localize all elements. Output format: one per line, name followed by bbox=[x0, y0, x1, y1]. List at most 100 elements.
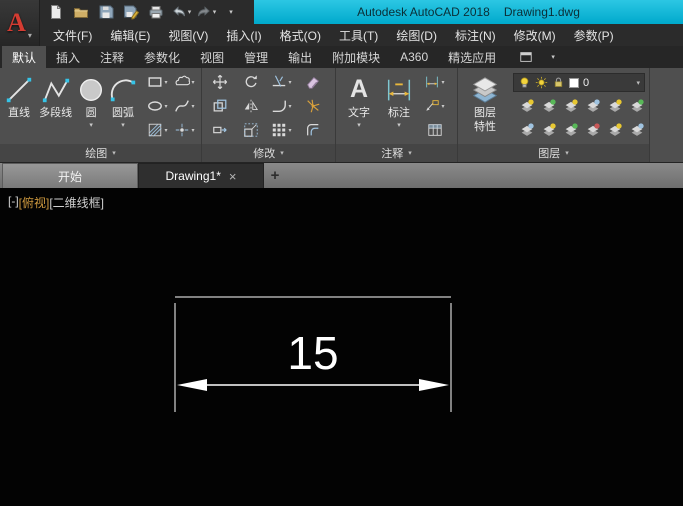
new-file-button[interactable] bbox=[44, 1, 68, 23]
menu-parametric[interactable]: 参数(P) bbox=[565, 24, 623, 46]
menu-file[interactable]: 文件(F) bbox=[44, 24, 101, 46]
circle-button[interactable]: 圆 ▾ bbox=[76, 70, 106, 144]
layer-on-bulb-icon[interactable] bbox=[518, 76, 531, 89]
layer-thaw-sun-icon[interactable] bbox=[535, 76, 548, 89]
arc-button[interactable]: 圆弧 ▾ bbox=[106, 70, 140, 144]
dimension-entity[interactable]: 15 bbox=[0, 188, 683, 506]
offset-button[interactable] bbox=[299, 118, 326, 142]
array-button[interactable]: ▾ bbox=[268, 118, 295, 142]
text-flyout-caret-icon[interactable]: ▾ bbox=[357, 121, 361, 129]
menu-view[interactable]: 视图(V) bbox=[159, 24, 217, 46]
dimension-button[interactable]: 标注 ▾ bbox=[379, 70, 419, 144]
open-file-button[interactable] bbox=[69, 1, 93, 23]
ribbon-tab-a360[interactable]: A360 bbox=[390, 46, 438, 68]
menu-insert[interactable]: 插入(I) bbox=[217, 24, 270, 46]
viewport-menu-control[interactable]: [-] bbox=[8, 194, 19, 211]
hatch-icon bbox=[147, 122, 163, 138]
explode-button[interactable] bbox=[299, 94, 326, 118]
copy-button[interactable] bbox=[206, 94, 233, 118]
undo-button[interactable]: ▾ bbox=[169, 1, 193, 23]
ribbon-tab-addins[interactable]: 附加模块 bbox=[322, 46, 390, 68]
plot-button[interactable] bbox=[144, 1, 168, 23]
linear-dimension-button[interactable]: ▾ bbox=[421, 70, 448, 94]
save-button[interactable] bbox=[94, 1, 118, 23]
menu-modify[interactable]: 修改(M) bbox=[505, 24, 565, 46]
annotation-panel-label[interactable]: 注释 ▾ bbox=[336, 144, 457, 162]
layer-selector-caret-icon[interactable]: ▾ bbox=[636, 79, 640, 87]
layer-lock-icon[interactable] bbox=[552, 76, 565, 89]
layer-lock-tool-icon bbox=[585, 122, 601, 138]
draw-panel-label[interactable]: 绘图 ▾ bbox=[0, 144, 201, 162]
mirror-button[interactable] bbox=[237, 94, 264, 118]
drawing-canvas[interactable]: [-] [俯视] [二维线框] 15 bbox=[0, 188, 683, 506]
fillet-button[interactable]: ▾ bbox=[268, 94, 295, 118]
circle-icon bbox=[76, 75, 106, 105]
close-tab-icon[interactable]: × bbox=[229, 170, 237, 183]
copy-icon bbox=[212, 98, 228, 114]
ribbon-tab-annotate[interactable]: 注释 bbox=[90, 46, 134, 68]
file-tabs-bar: 开始 Drawing1* × + bbox=[0, 162, 683, 188]
layer-merge-button[interactable] bbox=[623, 118, 650, 142]
table-button[interactable] bbox=[421, 118, 448, 142]
dimension-flyout-caret-icon[interactable]: ▾ bbox=[397, 121, 401, 129]
viewport-visual-style-control[interactable]: [二维线框] bbox=[49, 194, 104, 211]
spline-button[interactable]: ▾ bbox=[171, 94, 198, 118]
polyline-button[interactable]: 多段线 bbox=[35, 70, 76, 144]
annotation-panel-label-text: 注释 bbox=[381, 145, 403, 161]
redo-dropdown-caret-icon[interactable]: ▾ bbox=[213, 8, 217, 16]
layer-color-swatch bbox=[569, 78, 579, 88]
ellipse-button[interactable]: ▾ bbox=[144, 94, 171, 118]
ribbon-tab-output[interactable]: 输出 bbox=[278, 46, 322, 68]
layer-selector[interactable]: 0 ▾ bbox=[513, 73, 645, 92]
layer-panel-label[interactable]: 图层 ▾ bbox=[458, 144, 649, 162]
modify-panel-label[interactable]: 修改 ▾ bbox=[202, 144, 335, 162]
erase-button[interactable] bbox=[299, 70, 326, 94]
ribbon-display-toggle-button[interactable] bbox=[514, 46, 538, 68]
ribbon-tab-manage[interactable]: 管理 bbox=[234, 46, 278, 68]
ribbon-display-options-button[interactable]: ▾ bbox=[541, 46, 565, 68]
circle-flyout-caret-icon[interactable]: ▾ bbox=[89, 121, 93, 129]
arc-flyout-caret-icon[interactable]: ▾ bbox=[121, 121, 125, 129]
menu-tools[interactable]: 工具(T) bbox=[330, 24, 387, 46]
layer-on-all-button[interactable] bbox=[623, 94, 650, 118]
save-as-button[interactable] bbox=[119, 1, 143, 23]
ribbon-tab-insert[interactable]: 插入 bbox=[46, 46, 90, 68]
trim-button[interactable]: ▾ bbox=[268, 70, 295, 94]
autocad-logo: A bbox=[7, 10, 26, 36]
move-button[interactable] bbox=[206, 70, 233, 94]
qat-customize-button[interactable]: ▾ bbox=[219, 1, 243, 23]
point-button[interactable]: ▾ bbox=[171, 118, 198, 142]
ribbon-tab-featured-apps[interactable]: 精选应用 bbox=[438, 46, 506, 68]
viewport-view-control[interactable]: [俯视] bbox=[19, 194, 50, 211]
multileader-button[interactable]: ▾ bbox=[421, 94, 448, 118]
hatch-button[interactable]: ▾ bbox=[144, 118, 171, 142]
line-button[interactable]: 直线 bbox=[3, 70, 35, 144]
point-icon bbox=[174, 122, 190, 138]
titlebar: A ▾ ▾ ▾ ▾ Autodesk AutoCAD 2018 Drawing1… bbox=[0, 0, 683, 46]
qat-customize-caret-icon: ▾ bbox=[229, 8, 233, 16]
scale-button[interactable] bbox=[237, 118, 264, 142]
ribbon-tab-view[interactable]: 视图 bbox=[190, 46, 234, 68]
rectangle-button[interactable]: ▾ bbox=[144, 70, 171, 94]
menu-format[interactable]: 格式(O) bbox=[271, 24, 330, 46]
menu-bar: 文件(F) 编辑(E) 视图(V) 插入(I) 格式(O) 工具(T) 绘图(D… bbox=[40, 24, 683, 46]
layer-properties-button[interactable]: 图层 特性 bbox=[461, 70, 509, 144]
menu-dimension[interactable]: 标注(N) bbox=[446, 24, 505, 46]
undo-dropdown-caret-icon[interactable]: ▾ bbox=[188, 8, 192, 16]
application-menu-button[interactable]: A ▾ bbox=[0, 0, 40, 46]
text-button[interactable]: A 文字 ▾ bbox=[339, 70, 379, 144]
ribbon-tab-home[interactable]: 默认 bbox=[2, 46, 46, 68]
layer-panel-label-text: 图层 bbox=[538, 145, 560, 161]
ribbon-tab-parametric[interactable]: 参数化 bbox=[134, 46, 190, 68]
new-drawing-tab-button[interactable]: + bbox=[264, 163, 286, 188]
dimension-text[interactable]: 15 bbox=[287, 327, 338, 379]
redo-icon bbox=[196, 4, 212, 20]
file-tab-drawing1[interactable]: Drawing1* × bbox=[138, 163, 264, 188]
revision-cloud-button[interactable]: ▾ bbox=[171, 70, 198, 94]
stretch-button[interactable] bbox=[206, 118, 233, 142]
file-tab-start[interactable]: 开始 bbox=[2, 163, 138, 188]
menu-draw[interactable]: 绘图(D) bbox=[387, 24, 446, 46]
menu-edit[interactable]: 编辑(E) bbox=[101, 24, 159, 46]
rotate-button[interactable] bbox=[237, 70, 264, 94]
redo-button[interactable]: ▾ bbox=[194, 1, 218, 23]
